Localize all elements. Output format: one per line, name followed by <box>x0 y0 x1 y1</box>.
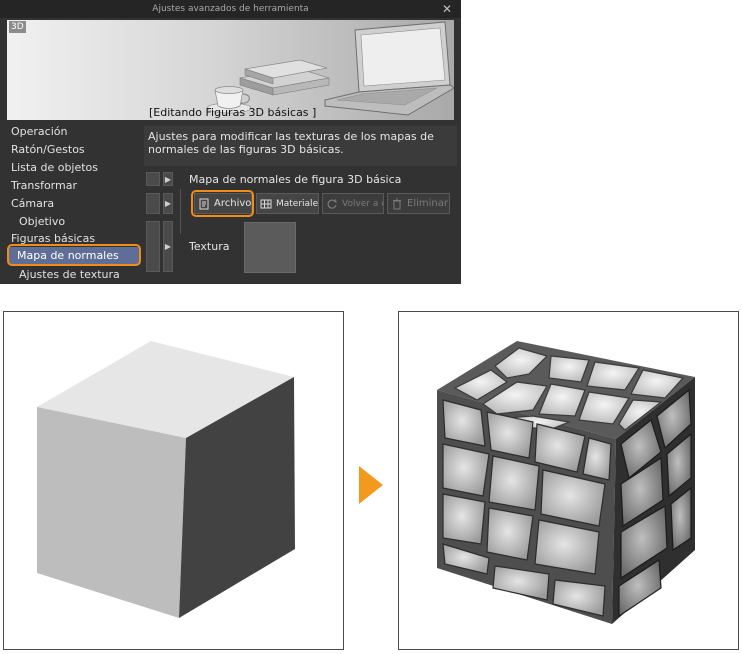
advanced-tool-settings-dialog: Ajustes avanzados de herramienta ✕ 3D [E… <box>0 0 461 284</box>
lock-toggle[interactable] <box>146 221 160 272</box>
description-line: normales de las figuras 3D básicas. <box>148 143 344 156</box>
category-item-objetivo[interactable]: Objetivo <box>19 213 65 230</box>
category-description: Ajustes para modificar las texturas de l… <box>144 126 457 166</box>
category-list: Operación Ratón/Gestos Lista de objetos … <box>7 123 145 284</box>
before-panel <box>3 311 344 650</box>
expand-arrow-icon[interactable]: ▶ <box>163 172 173 186</box>
description-line: Ajustes para modificar las texturas de l… <box>148 130 434 143</box>
after-panel <box>398 311 739 650</box>
highlight-callout <box>7 244 141 266</box>
divider <box>180 189 181 234</box>
textured-cube-image <box>437 341 695 624</box>
arrow-right-icon <box>359 466 383 504</box>
category-item-operacion[interactable]: Operación <box>11 123 67 140</box>
category-item-camara[interactable]: Cámara <box>11 195 54 212</box>
volver-button[interactable]: Volver a c <box>322 193 384 214</box>
volver-label: Volver a c <box>342 198 384 209</box>
plain-cube-image <box>37 341 295 618</box>
preview-illustration <box>206 21 454 116</box>
materiales-button[interactable]: Materiales <box>256 193 319 214</box>
eliminar-button[interactable]: Eliminar <box>387 193 450 214</box>
category-item-transformar[interactable]: Transformar <box>11 177 77 194</box>
texture-label: Textura <box>189 240 230 253</box>
3d-badge: 3D <box>9 21 26 33</box>
expand-arrow-icon[interactable]: ▶ <box>163 193 173 214</box>
close-icon[interactable]: ✕ <box>442 1 452 17</box>
expand-arrow-icon[interactable]: ▶ <box>163 221 173 272</box>
highlight-callout <box>191 190 254 217</box>
eliminar-label: Eliminar <box>407 198 448 209</box>
section-label: Mapa de normales de figura 3D básica <box>189 173 402 186</box>
reset-icon <box>327 198 337 209</box>
preview-caption: [Editando Figuras 3D básicas ] <box>149 106 317 119</box>
category-item-raton-gestos[interactable]: Ratón/Gestos <box>11 141 85 158</box>
lock-toggle[interactable] <box>146 193 160 214</box>
title-bar[interactable]: Ajustes avanzados de herramienta ✕ <box>0 0 461 18</box>
texture-preview-swatch[interactable] <box>244 222 296 273</box>
window-title: Ajustes avanzados de herramienta <box>152 4 309 14</box>
lock-toggle[interactable] <box>146 172 160 186</box>
category-item-lista-de-objetos[interactable]: Lista de objetos <box>11 159 98 176</box>
materiales-label: Materiales <box>276 198 319 209</box>
category-item-ajustes-de-textura[interactable]: Ajustes de textura <box>19 266 120 283</box>
preview-area: 3D [Editando Figuras 3D básicas ] <box>7 20 454 120</box>
trash-icon <box>393 198 401 209</box>
grid-icon <box>260 199 272 208</box>
